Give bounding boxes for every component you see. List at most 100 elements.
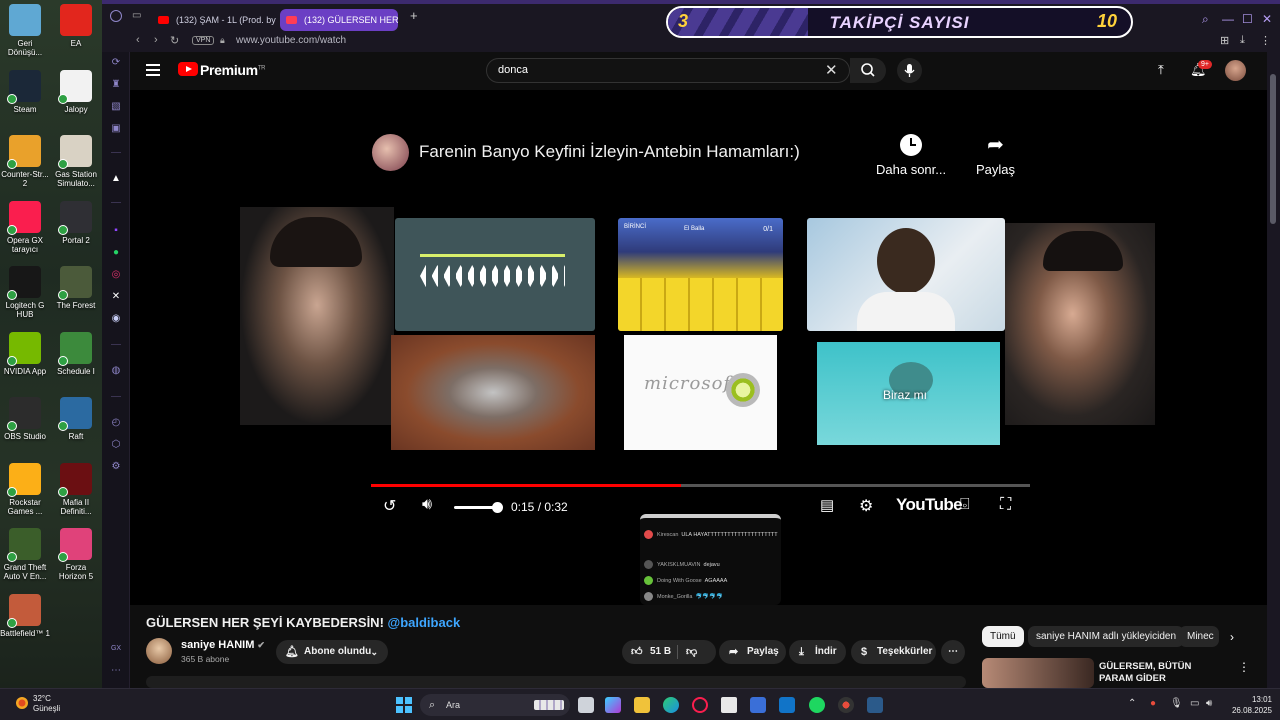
task-view-icon[interactable]: [578, 697, 594, 713]
like-icon[interactable]: 👍︎: [631, 640, 643, 664]
desktop-icon[interactable]: The Forest: [51, 266, 101, 310]
x-icon[interactable]: ✕: [109, 290, 123, 304]
desktop-icon[interactable]: Opera GX tarayıcı: [0, 200, 50, 254]
thanks-button[interactable]: $ Teşekkürler: [851, 640, 936, 664]
channel-name[interactable]: saniye HANIM ✔: [181, 639, 265, 651]
tray-volume-icon[interactable]: 🔊︎: [1206, 698, 1212, 709]
chip-uploader[interactable]: saniye HANIM adlı yükleyiciden: [1028, 626, 1185, 647]
account-avatar[interactable]: [1225, 60, 1246, 81]
aria-icon[interactable]: ▲: [109, 172, 123, 186]
opera-menu-icon[interactable]: [110, 10, 122, 22]
spotify-icon[interactable]: [809, 697, 825, 713]
copilot-icon[interactable]: [605, 697, 621, 713]
settings-gear-icon[interactable]: ⚙: [859, 496, 873, 516]
desktop-icon[interactable]: OBS Studio: [0, 397, 50, 441]
instagram-icon[interactable]: ◎: [109, 268, 123, 282]
desktop-icon[interactable]: Mafia II Definiti...: [51, 462, 101, 516]
chevron-right-icon[interactable]: ›: [1230, 630, 1234, 644]
vpn-badge[interactable]: VPN: [192, 36, 215, 45]
desktop-icon[interactable]: Gas Station Simulato...: [51, 135, 101, 188]
refresh-icon[interactable]: ⟳: [109, 56, 123, 70]
discord-icon[interactable]: ◉: [109, 312, 123, 326]
reload-button[interactable]: ↻: [170, 34, 179, 47]
joystick-icon[interactable]: ♜: [109, 78, 123, 92]
gx-icon[interactable]: GX: [109, 642, 123, 656]
tray-app-icon[interactable]: ●: [1150, 698, 1156, 709]
upload-icon[interactable]: ⤒: [1158, 62, 1164, 78]
player-icon[interactable]: ◍: [109, 364, 123, 378]
replay-icon[interactable]: ↺: [383, 496, 396, 516]
video-player[interactable]: Farenin Banyo Keyfini İzleyin-Antebin Ha…: [130, 90, 1267, 605]
recommended-thumbnail[interactable]: [982, 658, 1094, 688]
youtube-logo-icon[interactable]: [178, 62, 198, 76]
scrollbar-thumb[interactable]: [1270, 74, 1276, 224]
desktop-icon[interactable]: Jalopy: [51, 69, 101, 114]
download-button[interactable]: ⤓ İndir: [789, 640, 846, 664]
desktop-icon[interactable]: Rockstar Games ...: [0, 462, 50, 516]
desktop-icon[interactable]: Geri Dönüşü...: [0, 4, 50, 57]
watch-later-button[interactable]: Daha sonr...: [876, 134, 946, 177]
tab-sam[interactable]: (132) ŞAM - 1L (Prod. by ...: [152, 9, 276, 31]
chip-all[interactable]: Tümü: [982, 626, 1024, 647]
share-button[interactable]: ➦ Paylaş: [719, 640, 786, 664]
close-window-button[interactable]: ✕: [1262, 12, 1272, 26]
back-button[interactable]: ‹: [136, 34, 140, 46]
youtube-premium-logo[interactable]: PremiumTR: [200, 62, 266, 78]
desktop-icon[interactable]: NVIDIA App: [0, 331, 50, 376]
player-video-title[interactable]: Farenin Banyo Keyfini İzleyin-Antebin Ha…: [419, 142, 800, 162]
channel-avatar[interactable]: [146, 638, 172, 664]
gallery-icon[interactable]: ▧: [109, 100, 123, 114]
like-count[interactable]: 51 B: [650, 646, 671, 657]
url-text[interactable]: www.youtube.com/watch: [236, 35, 346, 46]
tray-mic-icon[interactable]: 🎙︎: [1170, 698, 1183, 709]
tray-network-icon[interactable]: ▭: [1190, 698, 1199, 709]
subtitles-icon[interactable]: ▤: [820, 496, 834, 514]
desktop-icon[interactable]: Steam: [0, 69, 50, 114]
download-icon[interactable]: ⤓: [1240, 34, 1245, 47]
windows-start-icon[interactable]: [396, 697, 412, 713]
description-box[interactable]: [146, 676, 966, 688]
more-icon[interactable]: ⋯: [109, 664, 123, 678]
subscribe-button[interactable]: 🔔︎ Abone olundu ⌄: [276, 640, 388, 664]
volume-icon[interactable]: 🔊︎: [422, 496, 432, 514]
forward-button[interactable]: ›: [154, 34, 158, 46]
desktop-icon[interactable]: Schedule I: [51, 331, 101, 376]
recommended-title[interactable]: GÜLERSEM, BÜTÜN PARAM GİDER: [1099, 661, 1219, 685]
volume-knob[interactable]: [492, 502, 503, 513]
menu-icon[interactable]: ⋮: [1260, 34, 1271, 47]
lock-icon[interactable]: 🔒︎: [220, 35, 225, 46]
cast-icon[interactable]: ⌻: [960, 496, 970, 514]
minimize-button[interactable]: —: [1222, 12, 1234, 26]
player-share-button[interactable]: ➦ Paylaş: [976, 134, 1015, 177]
page-scrollbar[interactable]: [1267, 52, 1280, 688]
channel-avatar-small[interactable]: [372, 134, 409, 171]
fullscreen-icon[interactable]: ⛶: [1000, 496, 1011, 514]
desktop-icon[interactable]: Raft: [51, 397, 101, 441]
progress-bar[interactable]: [371, 484, 1030, 487]
taskbar-clock[interactable]: 13:01 26.08.2025: [1224, 694, 1272, 716]
search-tabs-icon[interactable]: ⌕: [1202, 12, 1209, 27]
edge-icon[interactable]: [663, 697, 679, 713]
search-button[interactable]: [850, 58, 886, 83]
desktop-icon[interactable]: Counter-Str... 2: [0, 135, 50, 188]
taskbar-search[interactable]: ⌕ Ara: [420, 694, 570, 716]
tab-gulersen[interactable]: (132) GÜLERSEN HER...: [280, 9, 398, 31]
store-icon[interactable]: ▣: [109, 122, 123, 136]
more-actions-button[interactable]: ⋯: [941, 640, 965, 664]
desktop-icon[interactable]: EA: [51, 4, 101, 48]
weather-widget[interactable]: 32°C Güneşli: [33, 694, 60, 714]
whatsapp-icon[interactable]: ●: [109, 246, 123, 260]
extensions-icon[interactable]: ⬡: [109, 438, 123, 452]
wallet-icon[interactable]: ⊞: [1220, 34, 1229, 47]
clear-search-icon[interactable]: ✕: [825, 61, 838, 79]
tray-chevron-icon[interactable]: ⌃: [1128, 698, 1136, 709]
desktop-icon[interactable]: Logitech G HUB: [0, 266, 50, 319]
dislike-icon[interactable]: 👎︎: [686, 640, 697, 664]
desktop-icon[interactable]: Grand Theft Auto V En...: [0, 528, 50, 581]
voice-search-button[interactable]: [897, 58, 922, 83]
title-hashtag[interactable]: @baldiback: [388, 615, 461, 630]
recommended-menu-icon[interactable]: ⋮: [1238, 660, 1250, 674]
weather-sun-icon[interactable]: [12, 693, 32, 713]
volume-slider[interactable]: [454, 502, 503, 513]
store-taskbar-icon[interactable]: [750, 697, 766, 713]
